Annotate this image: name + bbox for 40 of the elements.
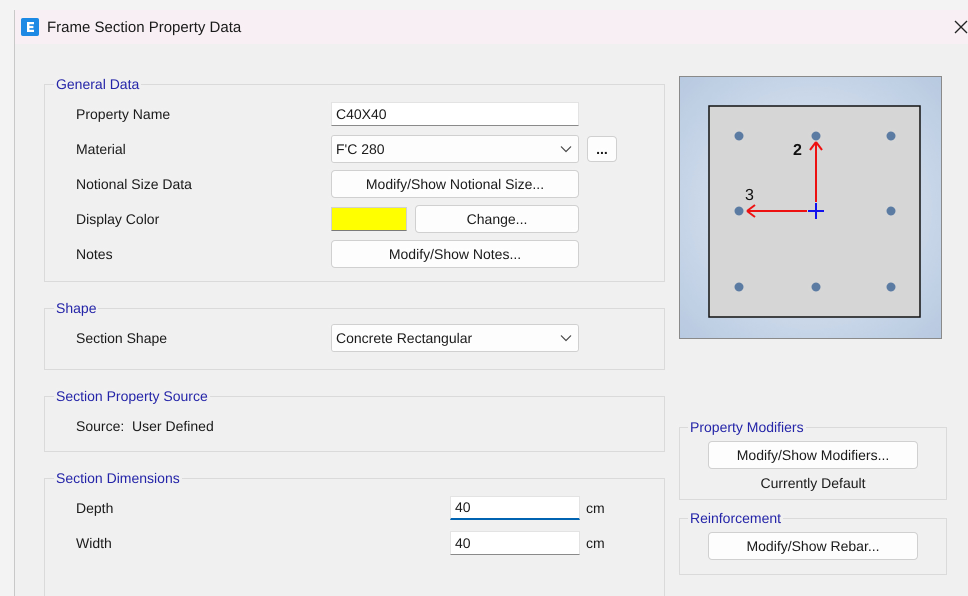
status-text: Currently Default [760,475,866,491]
window-title: Frame Section Property Data [47,18,242,36]
field-label: Material [76,140,127,156]
button[interactable]: Modify/Show Rebar... [708,532,918,560]
number-field[interactable]: 40 [450,496,580,520]
field-label: Notional Size Data [76,176,193,192]
browse-button[interactable]: ... [587,136,617,162]
field-label: Width [76,534,113,550]
button[interactable]: Modify/Show Notes... [331,240,579,268]
group-title: Reinforcement [689,510,782,526]
origin-cross-icon [807,202,825,220]
chevron-down-icon [560,334,572,342]
field-label: Section Shape [76,330,168,346]
button[interactable]: Modify/Show Notional Size... [331,170,579,198]
app-logo-icon [21,18,39,36]
button[interactable]: Modify/Show Modifiers... [708,441,918,469]
close-icon[interactable] [954,20,968,34]
color-swatch[interactable] [331,206,407,230]
field-label: Property Name [76,106,172,122]
group-title: Shape [55,300,98,316]
axis-label: 2 [793,142,802,159]
unit-label: cm [585,534,606,550]
group-title: Section Dimensions [55,470,181,486]
group-title: General Data [55,76,140,92]
unit-label: cm [585,500,606,516]
field-label: Depth [76,500,114,516]
chevron-down-icon [560,144,572,152]
number-field[interactable]: 40 [450,530,580,554]
text-field[interactable]: C40X40 [331,102,579,126]
axis-label: 3 [745,187,754,204]
dropdown[interactable]: Concrete Rectangular [331,324,579,352]
field-label: Notes [76,246,114,262]
dropdown[interactable]: F'C 280 [331,134,579,162]
change-button[interactable]: Change... [415,204,579,232]
field-label: Display Color [76,210,160,226]
axis-2-arrow [809,141,823,202]
group-title: Section Property Source [55,388,209,404]
axis-3-arrow [746,204,807,218]
group-title: Property Modifiers [689,419,805,435]
source-text: Source: User Defined [76,417,215,436]
